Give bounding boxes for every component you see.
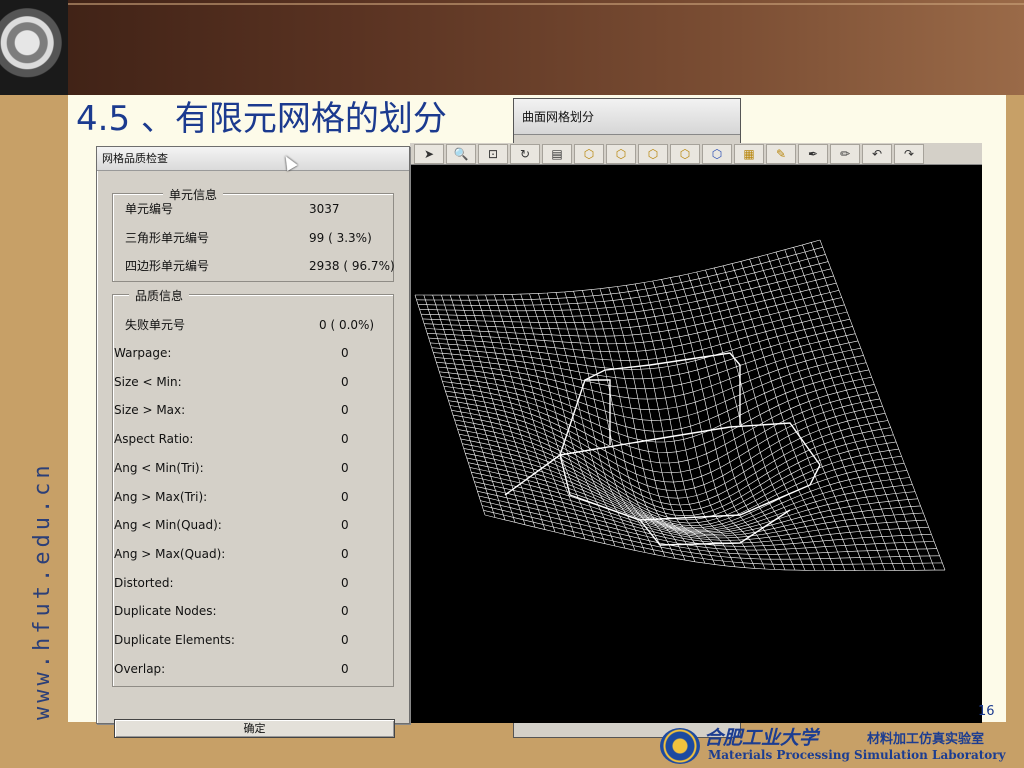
slide-right-bar [1006,95,1024,768]
quality-check-value: 0 [341,546,349,561]
slide-title: 4.5 、有限元网格的划分 [76,99,447,139]
quality-check-label: Ang < Min(Tri): [114,460,204,475]
quality-check-label: Warpage: [114,346,172,360]
pencil-icon[interactable]: ✏ [830,143,860,164]
header-photo [0,0,68,95]
page-number: 16 [978,704,995,719]
mesh-quality-dialog: 网格品质检查 单元信息 单元编号 3037 三角形单元编号 99 ( 3.3%)… [96,146,410,738]
quality-check-row: Ang > Max(Quad): 0 [114,544,384,564]
quality-check-value: 0 [341,518,349,533]
quality-check-value: 0 [341,575,349,590]
cube-blue-icon[interactable]: ⬡ [702,143,732,164]
quad-count-row: 四边形单元编号 2938 ( 96.7%) [125,256,395,276]
quality-check-label: Aspect Ratio: [114,432,194,447]
quality-check-value: 0 [341,432,349,447]
zoom-icon[interactable]: 🔍 [446,143,476,164]
university-name: 合肥工业大学 [704,727,819,749]
quality-check-label: Ang > Max(Quad): [114,546,226,561]
undo-icon[interactable]: ↶ [862,143,892,164]
element-count-row: 单元编号 3037 [125,199,385,219]
quality-check-row: Warpage: 0 [114,343,384,363]
quality-check-row: Duplicate Nodes: 0 [114,601,384,621]
quality-check-value: 0 [341,661,349,676]
quality-check-label: Duplicate Nodes: [114,604,217,619]
failed-element-row: 失败单元号 0 ( 0.0%) [125,315,385,335]
quality-check-label: Overlap: [114,661,166,676]
quad-count-label: 四边形单元编号 [125,259,210,273]
failed-element-label: 失败单元号 [125,318,186,332]
quality-check-value: 0 [341,489,349,504]
toolbar: ➤ 🔍 ⊡ ↻ ▤ ⬡ ⬡ ⬡ ⬡ ⬡ ▦ ✎ ✒ ✏ ↶ ↷ [410,143,982,165]
mesh-model [414,239,946,571]
quality-check-row: Size < Min: 0 [114,372,384,392]
element-count-label: 单元编号 [125,202,174,216]
slide-header-bar [0,0,1024,95]
quality-check-row: Distorted: 0 [114,573,384,593]
quality-check-label: Ang < Min(Quad): [114,518,222,533]
triangle-count-label: 三角形单元编号 [125,231,210,245]
cube-top-icon[interactable]: ⬡ [606,143,636,164]
view-icon[interactable]: ▤ [542,143,572,164]
quality-check-label: Ang > Max(Tri): [114,489,208,504]
graphics-viewport[interactable] [410,165,982,723]
quality-check-value: 0 [341,346,349,360]
quality-info-legend: 品质信息 [129,287,190,304]
lab-name-cn: 材料加工仿真实验室 [867,732,985,747]
surface-mesh-dialog-title: 曲面网格划分 [514,99,740,135]
lab-name-en: Materials Processing Simulation Laborato… [708,748,1006,762]
cube-iso-icon[interactable]: ⬡ [670,143,700,164]
quality-check-row: Duplicate Elements: 0 [114,630,384,650]
quality-check-label: Size < Min: [114,374,182,389]
quality-check-row: Ang > Max(Tri): 0 [114,487,384,507]
side-url: www.hfut.edu.cn [30,461,55,720]
redo-icon[interactable]: ↷ [894,143,924,164]
fit-icon[interactable]: ⊡ [478,143,508,164]
pointer-icon[interactable]: ➤ [414,143,444,164]
quality-check-label: Duplicate Elements: [114,633,235,647]
quality-check-label: Size > Max: [114,403,186,418]
mesh-quality-dialog-body: 单元信息 单元编号 3037 三角形单元编号 99 ( 3.3%) 四边形单元编… [97,171,409,738]
quality-check-value: 0 [341,460,349,475]
failed-element-value: 0 ( 0.0%) [319,318,375,332]
ok-button[interactable]: 确定 [114,719,395,738]
quality-check-row: Ang < Min(Tri): 0 [114,458,384,478]
element-info-group: 单元信息 单元编号 3037 三角形单元编号 99 ( 3.3%) 四边形单元编… [112,186,395,282]
quality-check-value: 0 [341,633,349,647]
quality-check-label: Distorted: [114,575,174,590]
triangle-count-value: 99 ( 3.3%) [309,231,372,245]
mesh-grid-icon[interactable]: ▦ [734,143,764,164]
quality-check-value: 0 [341,604,349,619]
mesh-quality-dialog-title[interactable]: 网格品质检查 [97,147,409,171]
quality-check-value: 0 [341,374,349,389]
pen-icon[interactable]: ✒ [798,143,828,164]
quad-count-value: 2938 ( 96.7%) [309,259,395,273]
university-emblem-icon [660,728,700,764]
quality-check-row: Aspect Ratio: 0 [114,429,384,449]
cube-front-icon[interactable]: ⬡ [574,143,604,164]
quality-check-row: Overlap: 0 [114,659,384,679]
cube-side-icon[interactable]: ⬡ [638,143,668,164]
element-count-value: 3037 [309,202,340,216]
quality-check-row: Ang < Min(Quad): 0 [114,515,384,535]
triangle-count-row: 三角形单元编号 99 ( 3.3%) [125,228,385,248]
quality-check-row: Size > Max: 0 [114,400,384,420]
mesh-brush-icon[interactable]: ✎ [766,143,796,164]
quality-check-value: 0 [341,403,349,418]
rotate-icon[interactable]: ↻ [510,143,540,164]
